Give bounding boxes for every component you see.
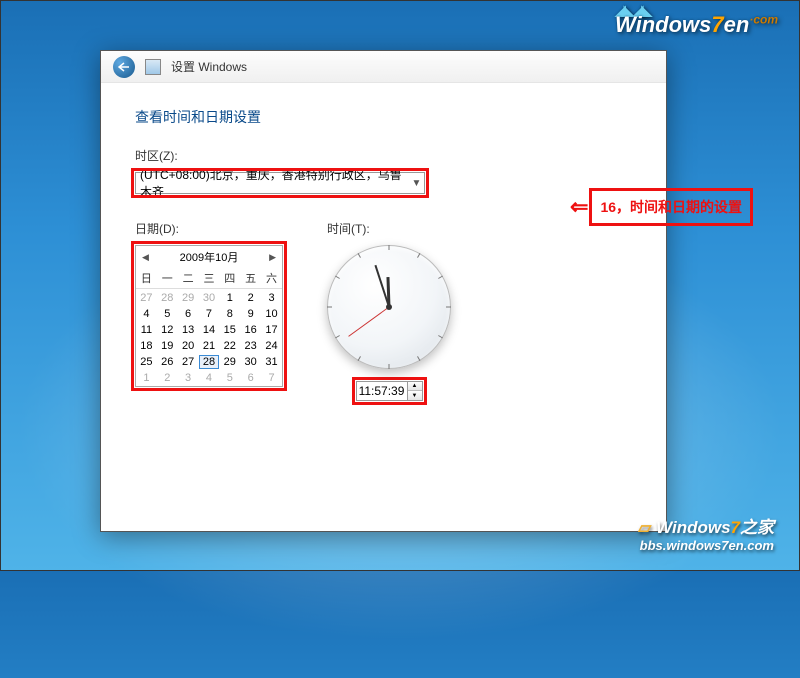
- calendar-day[interactable]: 7: [199, 306, 220, 322]
- time-spin-up[interactable]: ▲: [408, 382, 422, 391]
- calendar-day[interactable]: 26: [157, 354, 178, 370]
- arrow-left-icon: ⇐: [570, 194, 585, 220]
- annotation-text: 16，时间和日期的设置: [589, 188, 753, 226]
- watermark-bottom: ▱ Windows7之家 bbs.windows7en.com: [638, 513, 774, 553]
- calendar-day[interactable]: 18: [136, 338, 157, 354]
- time-field[interactable]: [357, 382, 407, 400]
- calendar-day[interactable]: 29: [219, 354, 240, 370]
- calendar-day[interactable]: 5: [157, 306, 178, 322]
- calendar-day[interactable]: 31: [261, 354, 282, 370]
- calendar-day[interactable]: 27: [136, 290, 157, 306]
- next-month-button[interactable]: ▶: [267, 252, 278, 263]
- weekday-header: 六: [261, 268, 282, 289]
- calendar-day[interactable]: 9: [240, 306, 261, 322]
- calendar-day[interactable]: 7: [261, 370, 282, 386]
- time-spin-down[interactable]: ▼: [408, 391, 422, 400]
- weekday-header: 日: [136, 268, 157, 289]
- analog-clock: [327, 245, 451, 369]
- calendar-day[interactable]: 24: [261, 338, 282, 354]
- calendar-day[interactable]: 6: [178, 306, 199, 322]
- calendar-day[interactable]: 25: [136, 354, 157, 370]
- calendar-day[interactable]: 2: [157, 370, 178, 386]
- calendar-day[interactable]: 28: [157, 290, 178, 306]
- calendar-day[interactable]: 4: [199, 370, 220, 386]
- back-button[interactable]: [113, 56, 135, 78]
- calendar-day[interactable]: 20: [178, 338, 199, 354]
- calendar-day[interactable]: 10: [261, 306, 282, 322]
- calendar-day[interactable]: 29: [178, 290, 199, 306]
- weekday-header: 四: [219, 268, 240, 289]
- calendar[interactable]: ◀ 2009年10月 ▶ 日一二三四五六 2728293012345678910…: [135, 245, 283, 387]
- calendar-day[interactable]: 23: [240, 338, 261, 354]
- titlebar: 设置 Windows: [101, 51, 666, 83]
- window-title: 设置 Windows: [171, 58, 247, 75]
- calendar-day[interactable]: 22: [219, 338, 240, 354]
- timezone-label: 时区(Z):: [135, 147, 632, 164]
- weekday-header: 三: [199, 268, 220, 289]
- weekday-header: 二: [178, 268, 199, 289]
- calendar-day[interactable]: 3: [178, 370, 199, 386]
- app-icon: [145, 59, 161, 75]
- calendar-day[interactable]: 27: [178, 354, 199, 370]
- prev-month-button[interactable]: ◀: [140, 252, 151, 263]
- page-heading: 查看时间和日期设置: [135, 107, 632, 127]
- calendar-day[interactable]: 1: [136, 370, 157, 386]
- calendar-day[interactable]: 30: [240, 354, 261, 370]
- calendar-month-title: 2009年10月: [180, 249, 239, 265]
- second-hand: [348, 307, 389, 337]
- calendar-day[interactable]: 8: [219, 306, 240, 322]
- calendar-day[interactable]: 2: [240, 290, 261, 306]
- time-label: 时间(T):: [327, 220, 451, 237]
- calendar-day[interactable]: 11: [136, 322, 157, 338]
- calendar-day[interactable]: 30: [199, 290, 220, 306]
- timezone-value: (UTC+08:00)北京，重庆，香港特别行政区，乌鲁木齐: [140, 166, 409, 200]
- calendar-day[interactable]: 28: [199, 354, 220, 370]
- calendar-day[interactable]: 5: [219, 370, 240, 386]
- calendar-day[interactable]: 6: [240, 370, 261, 386]
- calendar-day[interactable]: 1: [219, 290, 240, 306]
- chevron-down-icon: ▼: [409, 178, 424, 189]
- calendar-day[interactable]: 17: [261, 322, 282, 338]
- setup-window: 设置 Windows 查看时间和日期设置 时区(Z): (UTC+08:00)北…: [100, 50, 667, 532]
- timezone-select[interactable]: (UTC+08:00)北京，重庆，香港特别行政区，乌鲁木齐 ▼: [135, 172, 425, 194]
- calendar-day[interactable]: 12: [157, 322, 178, 338]
- calendar-day[interactable]: 3: [261, 290, 282, 306]
- calendar-day[interactable]: 14: [199, 322, 220, 338]
- calendar-day[interactable]: 15: [219, 322, 240, 338]
- time-input[interactable]: ▲ ▼: [356, 381, 423, 401]
- date-label: 日期(D):: [135, 220, 283, 237]
- annotation: ⇐ 16，时间和日期的设置: [570, 188, 753, 226]
- calendar-day[interactable]: 16: [240, 322, 261, 338]
- calendar-day[interactable]: 19: [157, 338, 178, 354]
- watermark-top: ◢◣◢◣ Windows7en·com: [615, 8, 778, 38]
- calendar-day[interactable]: 13: [178, 322, 199, 338]
- weekday-header: 五: [240, 268, 261, 289]
- calendar-day[interactable]: 21: [199, 338, 220, 354]
- weekday-header: 一: [157, 268, 178, 289]
- calendar-day[interactable]: 4: [136, 306, 157, 322]
